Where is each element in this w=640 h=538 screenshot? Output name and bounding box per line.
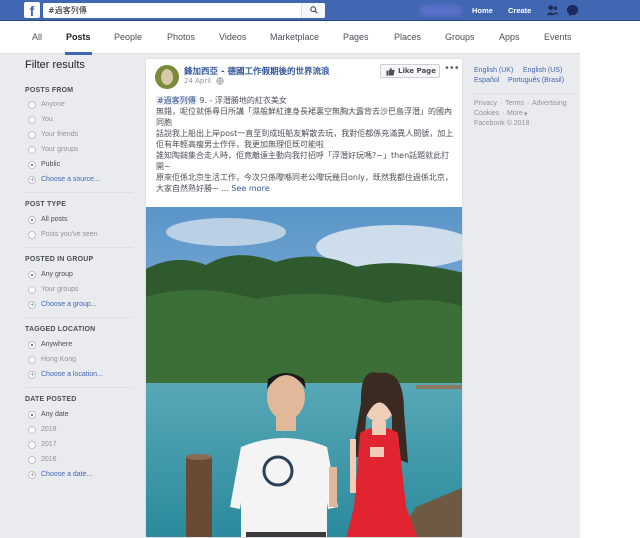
separator-dot: · xyxy=(527,100,530,107)
radio-selected-icon xyxy=(28,161,36,169)
post-photo[interactable] xyxy=(146,207,462,537)
post-date-link[interactable]: 24 April xyxy=(184,77,211,85)
search-input[interactable]: #過客列傳 xyxy=(43,3,325,18)
plus-icon xyxy=(28,299,36,311)
search-query[interactable]: #過客列傳 xyxy=(48,4,87,17)
radio-icon xyxy=(28,286,36,294)
advertising-link[interactable]: Advertising xyxy=(532,100,567,107)
like-page-button[interactable]: Like Page xyxy=(380,64,440,78)
radio-icon xyxy=(28,356,36,364)
radio-selected-icon xyxy=(28,341,36,349)
page-avatar[interactable] xyxy=(155,65,179,89)
posts-from-heading: POSTS FROM xyxy=(25,87,74,94)
hashtag-link[interactable]: #過客列傳 xyxy=(156,96,197,105)
filter-results-title: Filter results xyxy=(25,59,85,71)
divider xyxy=(25,192,133,193)
home-link[interactable]: Home xyxy=(472,0,493,21)
divider xyxy=(25,317,133,318)
radio-icon xyxy=(28,441,36,449)
tab-photos[interactable]: Photos xyxy=(167,21,195,54)
more-link[interactable]: More xyxy=(507,110,523,117)
radio-icon xyxy=(28,116,36,124)
language-espanol[interactable]: Español xyxy=(474,77,499,84)
language-english-uk[interactable]: English (UK) xyxy=(474,67,513,74)
post-type-heading: POST TYPE xyxy=(25,201,67,208)
radio-selected-icon xyxy=(28,216,36,224)
divider xyxy=(25,247,133,248)
radio-selected-icon xyxy=(28,411,36,419)
messenger-icon[interactable] xyxy=(566,4,579,17)
divider xyxy=(25,387,133,388)
thumbs-up-icon xyxy=(386,67,395,76)
friend-requests-icon[interactable] xyxy=(546,4,559,17)
tab-posts[interactable]: Posts xyxy=(65,21,92,55)
chevron-down-icon[interactable]: ▾ xyxy=(524,110,528,118)
privacy-link[interactable]: Privacy xyxy=(474,100,497,107)
see-more-link[interactable]: See more xyxy=(231,184,269,193)
search-icon xyxy=(310,6,318,14)
tab-places[interactable]: Places xyxy=(394,21,421,54)
radio-icon xyxy=(28,456,36,464)
radio-icon xyxy=(28,101,36,109)
tab-marketplace[interactable]: Marketplace xyxy=(270,21,319,54)
posted-in-group-heading: POSTED IN GROUP xyxy=(25,256,94,263)
tab-groups[interactable]: Groups xyxy=(445,21,475,54)
plus-icon xyxy=(28,174,36,186)
tab-all[interactable]: All xyxy=(32,21,42,54)
terms-link[interactable]: Terms xyxy=(505,100,524,107)
radio-icon xyxy=(28,146,36,154)
top-navigation-bar: f #過客列傳 Home Create xyxy=(0,0,640,21)
tab-people[interactable]: People xyxy=(114,21,142,54)
photo-image xyxy=(146,207,462,537)
globe-icon xyxy=(216,77,224,85)
separator-dot: · xyxy=(500,100,503,107)
copyright: Facebook © 2018 xyxy=(474,120,530,127)
post-author-link[interactable]: 鋒加西亞 - 德國工作假期後的世界流浪 xyxy=(184,65,329,77)
post-body: #過客列傳 9. - 浮潛勝地的紅衣美女 無錯，呢位就係尋日所講「濕般鮮紅連身長… xyxy=(156,96,454,193)
more-options-icon[interactable]: ••• xyxy=(444,63,460,74)
separator-dot: · xyxy=(502,110,505,117)
right-gutter xyxy=(580,21,640,538)
date-posted-heading: DATE POSTED xyxy=(25,396,77,403)
radio-icon xyxy=(28,231,36,239)
radio-icon xyxy=(28,131,36,139)
tagged-location-heading: TAGGED LOCATION xyxy=(25,326,96,333)
plus-icon xyxy=(28,469,36,481)
post-card: 鋒加西亞 - 德國工作假期後的世界流浪 24 April Like Page •… xyxy=(145,58,463,538)
divider xyxy=(474,93,574,94)
tab-apps[interactable]: Apps xyxy=(499,21,520,54)
search-button[interactable] xyxy=(301,3,325,18)
search-tabs: All Posts People Photos Videos Marketpla… xyxy=(0,21,580,55)
tab-videos[interactable]: Videos xyxy=(219,21,246,54)
profile-name-redacted[interactable] xyxy=(420,5,462,16)
cookies-link[interactable]: Cookies xyxy=(474,110,499,117)
radio-icon xyxy=(28,426,36,434)
radio-selected-icon xyxy=(28,271,36,279)
language-portugues[interactable]: Português (Brasil) xyxy=(508,77,564,84)
plus-icon xyxy=(28,369,36,381)
tab-pages[interactable]: Pages xyxy=(343,21,369,54)
facebook-logo[interactable]: f xyxy=(24,2,40,18)
tab-events[interactable]: Events xyxy=(544,21,572,54)
create-link[interactable]: Create xyxy=(508,0,531,21)
language-english-us[interactable]: English (US) xyxy=(523,67,562,74)
